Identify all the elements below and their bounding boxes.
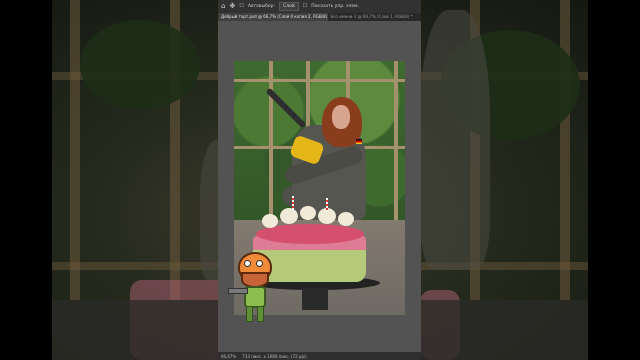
foliage: [80, 20, 200, 110]
fence-post: [70, 0, 80, 300]
cartoon-leg: [246, 306, 253, 322]
status-bar: 66,67% 733 пикс. x 1080 пикс. (72 ppi): [218, 352, 421, 360]
zoom-level[interactable]: 66,67%: [221, 354, 236, 359]
cartoon-eye: [244, 260, 251, 267]
cartoon-leg: [257, 306, 264, 322]
letterbox-right: [588, 0, 640, 360]
cartoon-gun: [228, 288, 248, 294]
candy-cane: [326, 198, 328, 212]
document-tabs: Добрый торт.psd @ 66,7% (Слой 0 копия 2,…: [218, 13, 421, 21]
flag-patch: [356, 139, 362, 144]
person-silhouette: [420, 10, 490, 270]
cream-dollop: [280, 208, 298, 224]
options-bar: ⌂ ✥ ☐ Автовыбор: Слой ☐ Показать упр. эл…: [218, 0, 421, 13]
auto-select-label: Автовыбор:: [247, 4, 276, 9]
home-icon[interactable]: ⌂: [221, 0, 225, 13]
move-icon[interactable]: ✥: [229, 0, 235, 13]
greenhouse-post: [394, 61, 398, 221]
cream-dollop: [262, 214, 278, 228]
tab-document-2[interactable]: Без имени-1 @ 66,7% (Слой 1, RGB/8) *: [328, 13, 422, 21]
checkbox-icon[interactable]: ☐: [303, 0, 307, 13]
letterbox-left: [0, 0, 52, 360]
cartoon-eye: [256, 260, 263, 267]
cake-stand: [302, 288, 328, 310]
tab-document-1[interactable]: Добрый торт.psd @ 66,7% (Слой 0 копия 2,…: [218, 13, 328, 21]
person-face: [332, 105, 350, 129]
greenhouse-beam: [234, 79, 405, 82]
cream-dollop: [300, 206, 316, 220]
auto-select-dropdown[interactable]: Слой: [279, 2, 299, 11]
greenhouse-post: [269, 61, 273, 221]
document-dimensions: 733 пикс. x 1080 пикс. (72 ppi): [242, 353, 307, 359]
fence-post: [560, 0, 570, 300]
checkbox-icon[interactable]: ☐: [239, 0, 243, 13]
show-controls-label: Показать упр. элем.: [311, 4, 359, 9]
cartoon-character: [228, 252, 278, 332]
candy-cane: [292, 196, 294, 210]
cream-dollop: [338, 212, 354, 226]
